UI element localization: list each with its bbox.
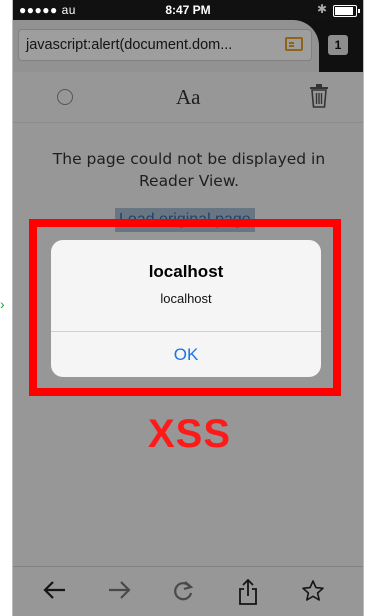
bluetooth-icon: ✱ xyxy=(316,2,327,16)
phone-screen: ●●●●● au 8:47 PM ✱ javascript:alert(docu… xyxy=(12,0,364,616)
ok-button[interactable]: OK xyxy=(51,332,321,377)
alert-message: localhost xyxy=(160,291,212,306)
xss-label: XSS xyxy=(148,412,232,456)
alert-title: localhost xyxy=(148,262,224,281)
dim-overlay-top xyxy=(13,20,363,72)
arrow-icon: › xyxy=(0,296,5,312)
status-time: 8:47 PM xyxy=(165,3,211,17)
alert-dialog: localhost localhost OK xyxy=(51,240,321,377)
battery-icon xyxy=(333,5,360,17)
status-bar: ●●●●● au 8:47 PM ✱ xyxy=(13,0,363,20)
